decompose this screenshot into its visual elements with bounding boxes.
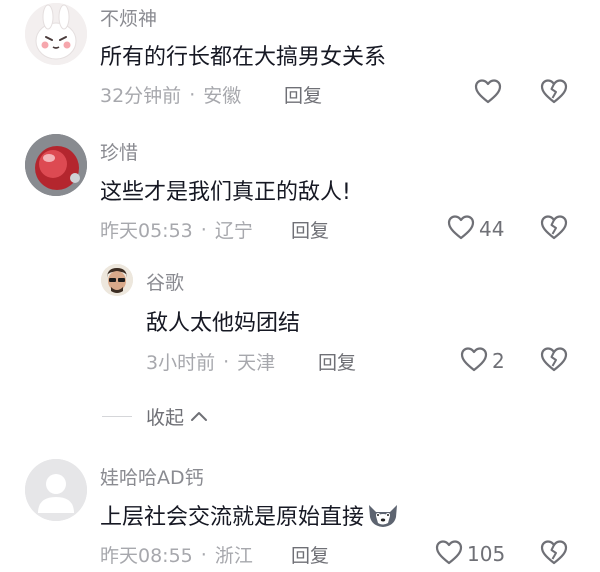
meta-separator: · <box>189 83 196 106</box>
reply-button[interactable]: 回复 <box>284 81 322 108</box>
avatar[interactable] <box>25 3 87 65</box>
like-button[interactable]: 105 <box>435 539 505 569</box>
like-button[interactable]: 44 <box>447 214 504 244</box>
reply-time: 3小时前 <box>146 352 216 374</box>
comment-text: 上层社会交流就是原始直接 <box>100 499 400 535</box>
avatar[interactable] <box>25 134 87 196</box>
broken-heart-icon <box>540 79 568 108</box>
chevron-up-icon <box>190 407 208 426</box>
meta-separator: · <box>223 350 230 373</box>
reply-username[interactable]: 谷歌 <box>146 268 184 295</box>
comment-location: 浙江 <box>214 545 253 567</box>
dislike-button[interactable] <box>540 346 568 376</box>
comment-text: 这些才是我们真正的敌人! <box>100 180 351 205</box>
reply-button[interactable]: 回复 <box>291 216 329 243</box>
collapse-label: 收起 <box>146 407 185 429</box>
comment-username[interactable]: 珍惜 <box>100 138 138 165</box>
meta-separator: · <box>200 543 207 566</box>
comment-text-body: 上层社会交流就是原始直接 <box>100 505 365 530</box>
collapse-replies-button[interactable]: 收起 <box>102 403 208 430</box>
reply-text: 敌人太他妈团结 <box>146 311 301 336</box>
broken-heart-icon <box>540 215 568 244</box>
dislike-button[interactable] <box>540 78 568 108</box>
comment-item: 娃哈哈AD钙 上层社会交流就是原始直接 昨天08:55 · 浙江 回复 105 <box>0 445 600 572</box>
avatar[interactable] <box>101 264 133 296</box>
reply-button[interactable]: 回复 <box>291 541 329 568</box>
comment-meta: 昨天05:53 · 辽宁 <box>100 216 253 243</box>
meta-separator: · <box>200 218 207 241</box>
comment-location: 辽宁 <box>214 220 253 242</box>
comment-meta: 昨天08:55 · 浙江 <box>100 541 253 568</box>
comment-username[interactable]: 娃哈哈AD钙 <box>100 463 204 490</box>
comment-time: 昨天05:53 <box>100 220 193 242</box>
broken-heart-icon <box>540 347 568 376</box>
like-button[interactable] <box>474 78 506 108</box>
heart-outline-icon <box>474 78 502 108</box>
wolf-emoji-icon <box>366 501 400 535</box>
collapse-divider <box>102 416 132 417</box>
heart-outline-icon <box>447 214 475 244</box>
heart-outline-icon <box>435 539 463 569</box>
dislike-button[interactable] <box>540 214 568 244</box>
comment-location: 安徽 <box>203 85 242 107</box>
like-count: 105 <box>467 542 506 566</box>
comment-item: 不烦神 所有的行长都在大搞男女关系 32分钟前 · 安徽 回复 <box>0 0 600 120</box>
comment-meta: 32分钟前 · 安徽 <box>100 81 241 108</box>
comment-username[interactable]: 不烦神 <box>100 4 157 31</box>
reply-meta: 3小时前 · 天津 <box>146 348 275 375</box>
reply-button[interactable]: 回复 <box>318 348 356 375</box>
comment-text: 所有的行长都在大搞男女关系 <box>100 45 387 70</box>
heart-outline-icon <box>460 346 488 376</box>
comment-time: 32分钟前 <box>100 85 182 107</box>
reply-location: 天津 <box>237 352 276 374</box>
broken-heart-icon <box>540 540 568 569</box>
comment-item: 珍惜 这些才是我们真正的敌人! 昨天05:53 · 辽宁 回复 44 谷歌 敌人… <box>0 120 600 445</box>
like-count: 44 <box>479 217 505 241</box>
comment-time: 昨天08:55 <box>100 545 193 567</box>
like-button[interactable]: 2 <box>460 346 505 376</box>
like-count: 2 <box>492 349 505 373</box>
dislike-button[interactable] <box>540 539 568 569</box>
avatar[interactable] <box>25 459 87 521</box>
